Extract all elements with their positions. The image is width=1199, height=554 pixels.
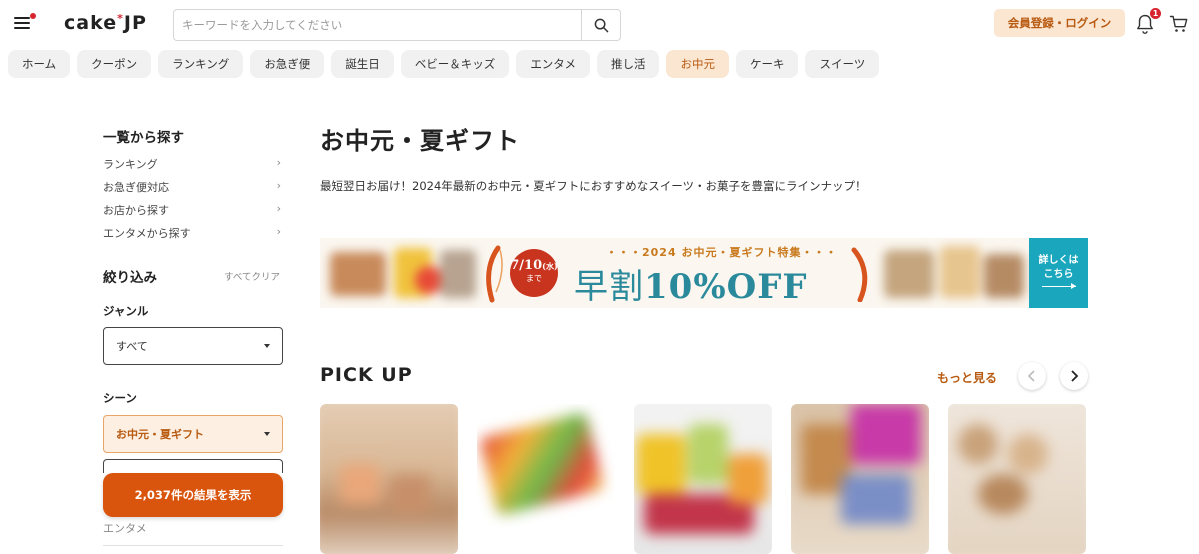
banner-top-text: ・・・2024 お中元・夏ギフト特集・・・: [606, 246, 838, 259]
product-image: [634, 404, 772, 554]
chevron-right-icon: ›: [276, 202, 281, 215]
product-card[interactable]: [634, 404, 772, 554]
category-express[interactable]: お急ぎ便: [250, 50, 325, 78]
product-image: [477, 404, 615, 554]
banner-headline: 早割10%OFF: [574, 259, 808, 308]
category-oshikatsu[interactable]: 推し活: [596, 50, 660, 78]
menu-icon[interactable]: [14, 13, 36, 32]
banner-date-day: (水): [542, 261, 558, 271]
carousel-next-button[interactable]: [1060, 362, 1088, 390]
logo-text: cake: [64, 12, 118, 34]
banner-date-until: まで: [526, 274, 542, 283]
pickup-title: PICK UP: [320, 364, 413, 386]
chevron-right-icon: ›: [276, 179, 281, 192]
scene-select-value: お中元・夏ギフト: [116, 428, 204, 441]
banner-date: 7/10: [510, 258, 543, 273]
browse-link-label: エンタメから探す: [103, 227, 191, 240]
product-card[interactable]: [477, 404, 615, 554]
chevron-right-icon: ›: [276, 225, 281, 238]
banner-product-image-right: [880, 238, 1030, 308]
search-icon: [594, 18, 608, 32]
browse-title: 一覧から探す: [103, 130, 184, 146]
login-button[interactable]: 会員登録・ログイン: [994, 9, 1125, 37]
filter-title: 絞り込み: [103, 270, 157, 286]
caret-down-icon: [264, 344, 270, 348]
promo-banner[interactable]: 7/10(水) まで ・・・2024 お中元・夏ギフト特集・・・ 早割10%OF…: [320, 238, 1088, 308]
search-box: [173, 9, 621, 41]
logo-star: *: [117, 12, 124, 25]
genre-label: ジャンル: [103, 304, 149, 318]
show-results-button[interactable]: 2,037件の結果を表示: [103, 473, 283, 517]
product-card[interactable]: [320, 404, 458, 554]
chevron-left-icon: [1027, 370, 1035, 382]
search-button[interactable]: [581, 10, 620, 40]
genre-select-value: すべて: [116, 340, 148, 353]
browse-link-shops[interactable]: お店から探す ›: [103, 202, 281, 218]
carousel-prev-button[interactable]: [1018, 362, 1046, 390]
banner-detail-button[interactable]: 詳しくは こちら: [1029, 238, 1088, 308]
clear-all-link[interactable]: すべてクリア: [224, 269, 280, 283]
product-image: [948, 404, 1086, 554]
logo[interactable]: cake*JP: [64, 12, 147, 34]
category-ranking[interactable]: ランキング: [158, 50, 244, 78]
category-birthday[interactable]: 誕生日: [331, 50, 394, 78]
header: cake*JP 会員登録・ログイン 1: [0, 0, 1199, 48]
cart-icon[interactable]: [1169, 14, 1189, 34]
menu-notification-dot: [30, 13, 36, 19]
category-home[interactable]: ホーム: [8, 50, 71, 78]
product-image: [320, 404, 458, 554]
browse-link-label: ランキング: [103, 158, 158, 171]
product-image: [791, 404, 929, 554]
banner-headline-text: 早割: [574, 267, 644, 307]
category-ochugen[interactable]: お中元: [666, 50, 729, 78]
banner-detail-line2: こちら: [1043, 269, 1074, 280]
banner-product-image-left: [320, 238, 480, 308]
logo-suffix: JP: [123, 12, 147, 34]
caret-down-icon: [264, 432, 270, 436]
browse-link-entertainment[interactable]: エンタメから探す ›: [103, 225, 281, 241]
category-coupon[interactable]: クーポン: [77, 50, 152, 78]
notification-badge: 1: [1150, 8, 1161, 19]
more-link[interactable]: もっと見る: [937, 369, 997, 386]
arrow-right-icon: [1041, 283, 1076, 289]
partial-select[interactable]: [103, 459, 283, 473]
banner-discount: 10%OFF: [644, 267, 808, 307]
category-nav: ホーム クーポン ランキング お急ぎ便 誕生日 ベビー＆キッズ エンタメ 推し活…: [8, 50, 880, 78]
divider: [103, 545, 283, 546]
page-title: お中元・夏ギフト: [320, 127, 520, 155]
browse-link-label: お急ぎ便対応: [103, 181, 169, 194]
decoration-chili-left: [486, 245, 503, 303]
product-card[interactable]: [948, 404, 1086, 554]
date-badge: 7/10(水) まで: [510, 249, 558, 297]
chevron-right-icon: ›: [276, 156, 281, 169]
genre-select[interactable]: すべて: [103, 327, 283, 365]
category-cake[interactable]: ケーキ: [735, 50, 799, 78]
browse-link-label: お店から探す: [103, 204, 169, 217]
page-description: 最短翌日お届け！2024年最新のお中元・夏ギフトにおすすめなスイーツ・お菓子を豊…: [320, 179, 867, 193]
browse-link-ranking[interactable]: ランキング ›: [103, 156, 281, 172]
category-entertainment[interactable]: エンタメ: [516, 50, 590, 78]
decoration-chili-right: [851, 247, 868, 302]
product-card[interactable]: [791, 404, 929, 554]
search-input[interactable]: [174, 10, 582, 40]
scene-label: シーン: [103, 391, 137, 405]
scene-select[interactable]: お中元・夏ギフト: [103, 415, 283, 453]
faded-filter-label: エンタメ: [103, 522, 147, 535]
chevron-right-icon: [1071, 370, 1079, 382]
browse-link-express[interactable]: お急ぎ便対応 ›: [103, 179, 281, 195]
category-baby-kids[interactable]: ベビー＆キッズ: [400, 50, 510, 78]
banner-detail-line1: 詳しくは: [1038, 255, 1079, 266]
category-sweets[interactable]: スイーツ: [805, 50, 880, 78]
